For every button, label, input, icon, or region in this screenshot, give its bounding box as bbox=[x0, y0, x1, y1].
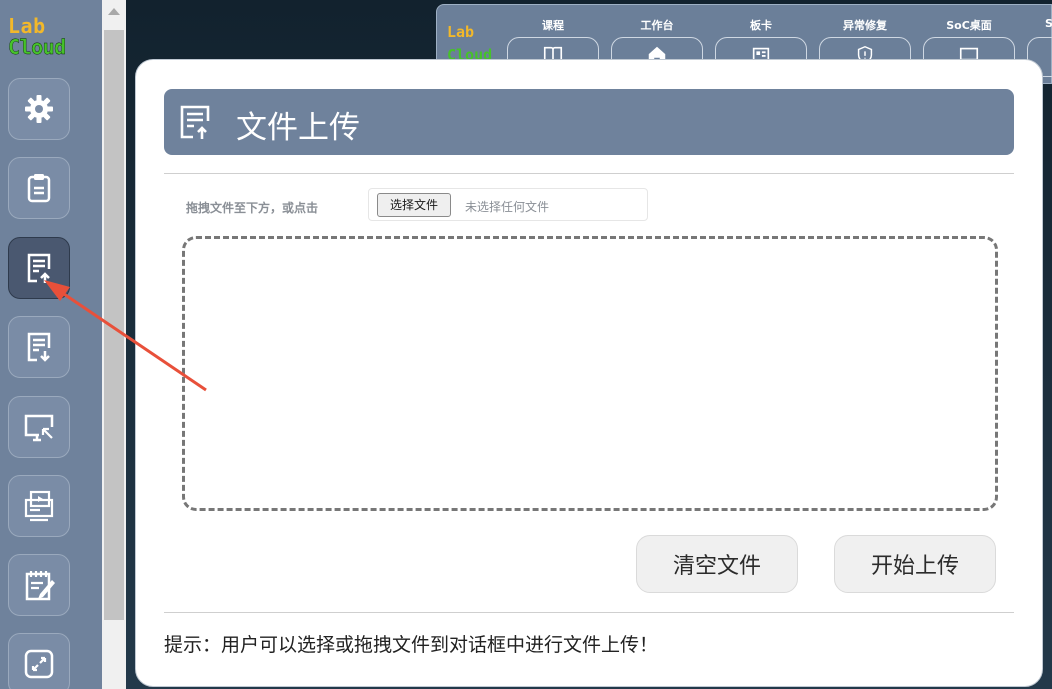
nav-item-label: 板卡 bbox=[750, 19, 772, 32]
sidebar-item-settings[interactable] bbox=[8, 78, 70, 140]
start-upload-button[interactable]: 开始上传 bbox=[834, 535, 996, 593]
nav-item-label: 工作台 bbox=[640, 19, 674, 32]
clipboard-icon bbox=[27, 174, 51, 203]
sidebar-item-video-lesson[interactable] bbox=[8, 475, 70, 537]
sidebar-item-tasks[interactable] bbox=[8, 157, 70, 219]
notepad-edit-icon bbox=[25, 571, 55, 601]
file-upload-dialog: 文件上传 拖拽文件至下方，或点击 选择文件 未选择任何文件 清空文件 开始上传 … bbox=[135, 59, 1043, 687]
video-lesson-icon bbox=[24, 490, 54, 522]
dialog-header: 文件上传 bbox=[164, 89, 1014, 155]
divider bbox=[164, 612, 1014, 613]
choose-file-button[interactable]: 选择文件 bbox=[377, 193, 452, 217]
remote-desktop-icon bbox=[24, 414, 54, 442]
expand-icon bbox=[24, 649, 54, 679]
dialog-title: 文件上传 bbox=[236, 110, 360, 146]
sidebar-item-notes[interactable] bbox=[8, 554, 70, 616]
file-input[interactable]: 选择文件 未选择任何文件 bbox=[368, 188, 648, 221]
sidebar-item-remote-desktop[interactable] bbox=[8, 396, 70, 458]
file-status-text: 未选择任何文件 bbox=[465, 200, 550, 214]
file-download-icon bbox=[27, 332, 51, 362]
nav-item-label: 异常修复 bbox=[843, 19, 887, 32]
sidebar-item-expand[interactable] bbox=[8, 633, 70, 689]
file-dropzone[interactable] bbox=[182, 236, 998, 511]
sidebar: Lab Cloud bbox=[0, 0, 102, 689]
file-upload-icon bbox=[180, 105, 210, 139]
drag-hint-label: 拖拽文件至下方，或点击 bbox=[186, 201, 319, 215]
sidebar-item-file-download[interactable] bbox=[8, 316, 70, 378]
clear-files-button[interactable]: 清空文件 bbox=[636, 535, 798, 593]
divider bbox=[164, 173, 1014, 174]
sidebar-item-file-upload[interactable] bbox=[8, 237, 70, 299]
nav-item-label: 课程 bbox=[542, 19, 564, 32]
scrollbar[interactable] bbox=[102, 0, 126, 689]
gear-icon bbox=[25, 95, 53, 123]
scroll-up-arrow-icon[interactable] bbox=[108, 8, 120, 15]
nav-item-label: S bbox=[1045, 17, 1052, 30]
file-upload-icon bbox=[27, 253, 51, 283]
tip-text: 提示：用户可以选择或拖拽文件到对话框中进行文件上传！ bbox=[164, 634, 659, 656]
nav-item-label: SoC桌面 bbox=[946, 19, 992, 32]
logo: Lab Cloud bbox=[8, 14, 67, 59]
scroll-thumb[interactable] bbox=[104, 30, 124, 620]
